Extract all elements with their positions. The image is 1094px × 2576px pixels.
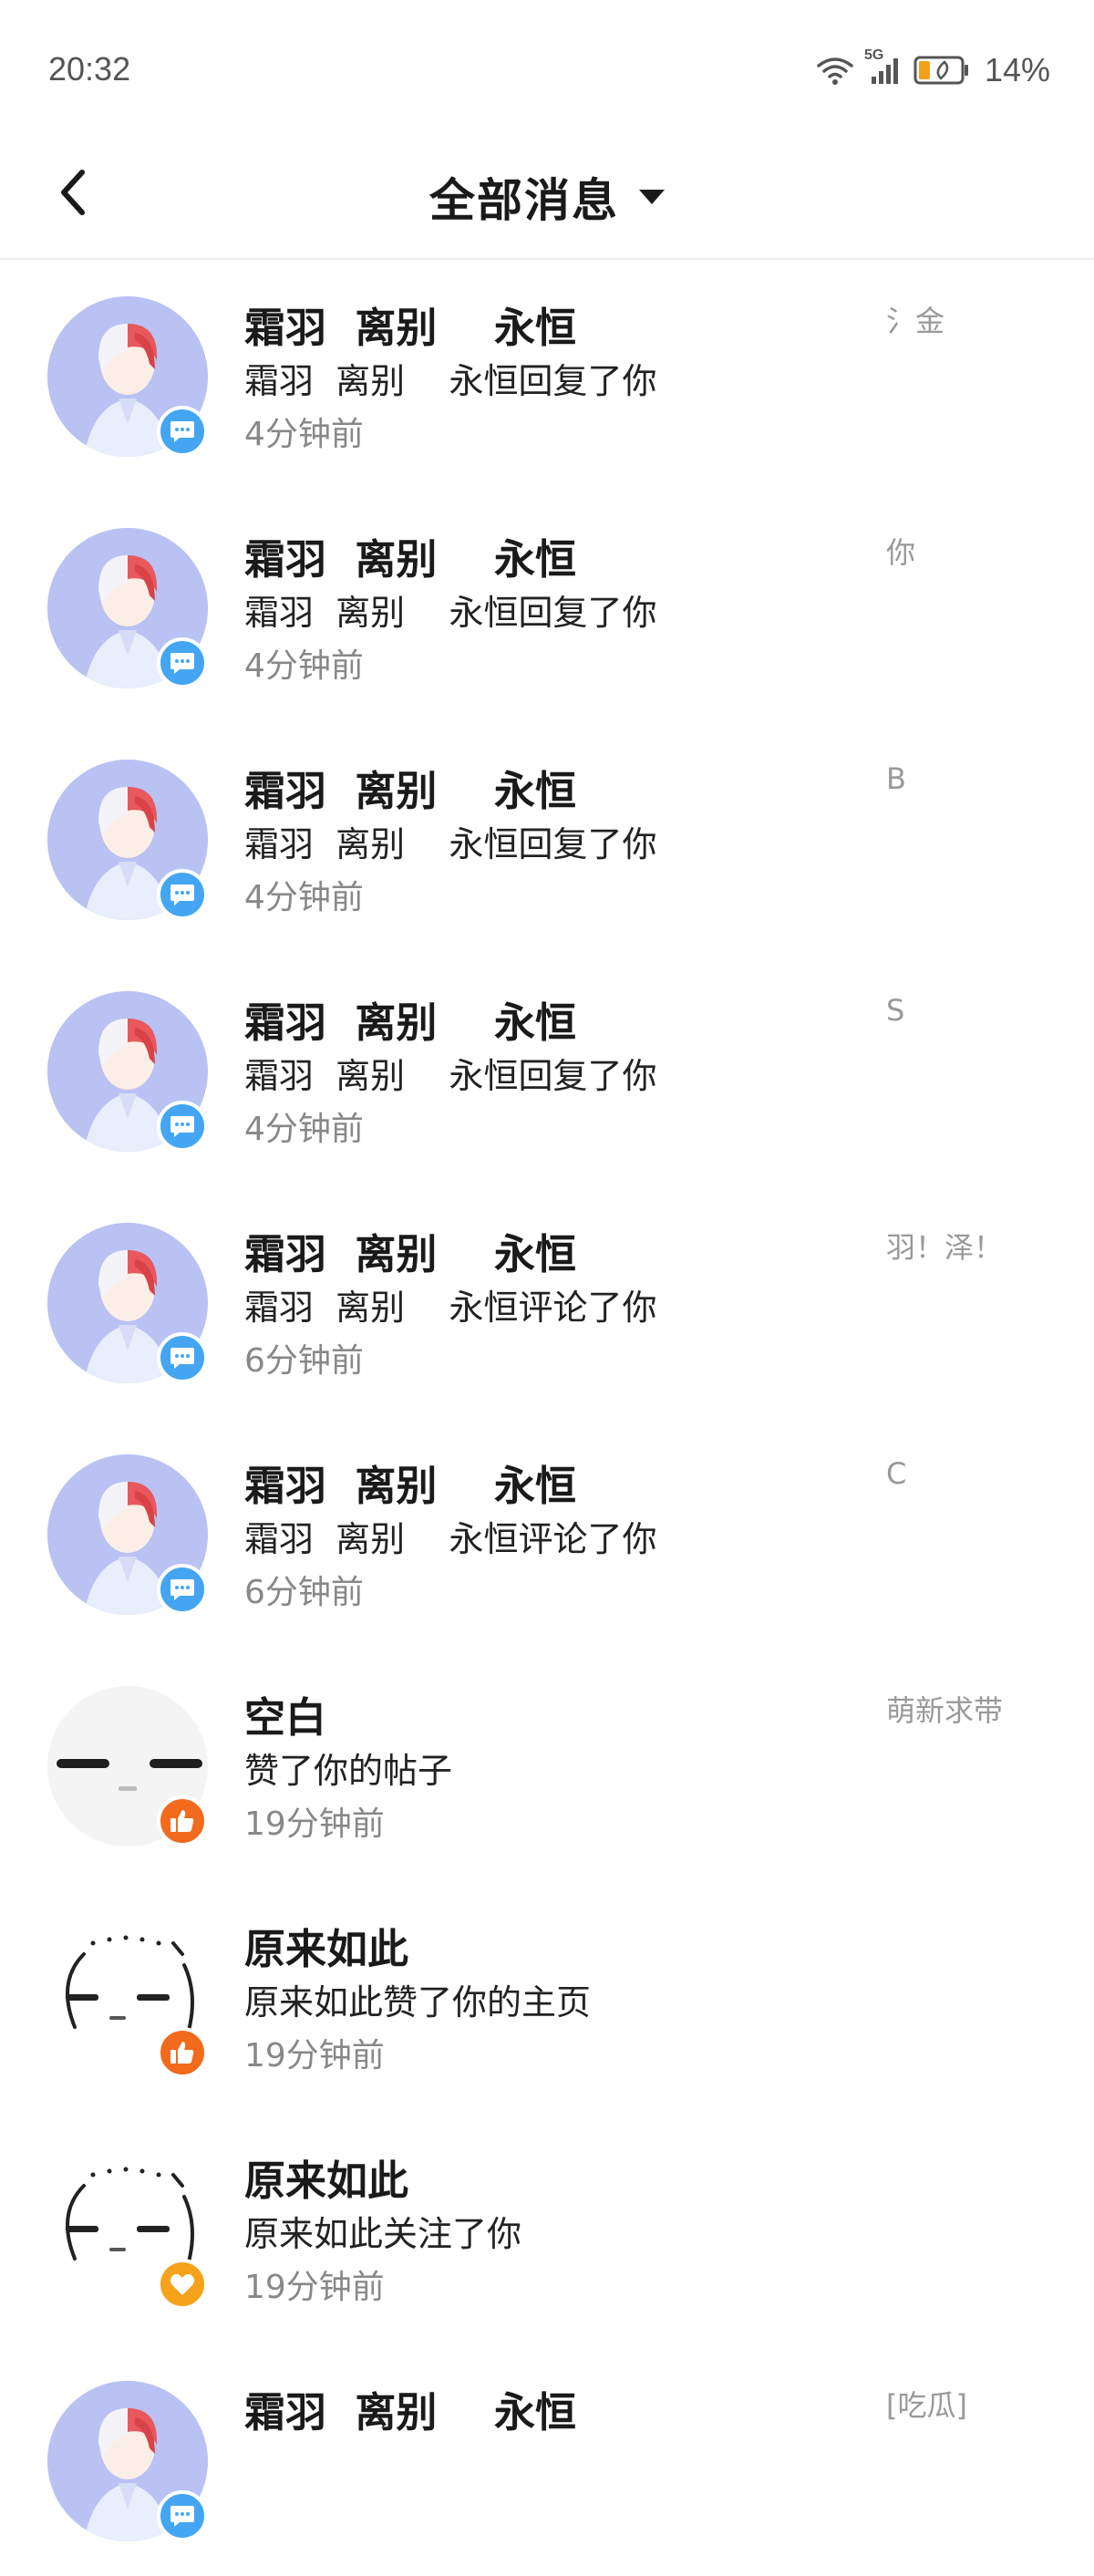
status-icons: 5G 14% [815, 47, 1050, 93]
message-preview: 氵金 [886, 304, 945, 338]
comment-badge [157, 406, 208, 457]
message-preview: 羽！泽！ [886, 1230, 1004, 1265]
message-action: 霜羽 离别 永恒回复了你 [244, 1056, 657, 1096]
message-item-3[interactable]: 霜羽 离别 永恒 霜羽 离别 永恒回复了你 4分钟前 B [0, 723, 1094, 955]
message-action: 原来如此赞了你的主页 [244, 1982, 592, 2023]
caret-down-icon [639, 190, 665, 204]
message-preview: [吃瓜] [886, 2388, 967, 2423]
avatar-container [47, 991, 208, 1152]
message-time: 4分钟前 [244, 879, 364, 916]
header-bar: 全部消息 [0, 137, 1094, 260]
message-action: 霜羽 离别 永恒回复了你 [244, 361, 657, 401]
message-action: 霜羽 离别 永恒评论了你 [244, 1519, 657, 1559]
battery-icon [913, 55, 970, 86]
sender-name: 霜羽 离别 永恒 [244, 767, 576, 815]
message-item-9[interactable]: 原来如此 原来如此关注了你 19分钟前 [0, 2113, 1094, 2344]
message-filter-dropdown[interactable]: 全部消息 [0, 164, 1094, 230]
page-title: 全部消息 [429, 174, 619, 227]
follow-badge [157, 2259, 208, 2310]
message-action: 霜羽 离别 永恒评论了你 [244, 1288, 657, 1328]
comment-icon [170, 2506, 194, 2527]
message-item-10[interactable]: 霜羽 离别 永恒 [吃瓜] [0, 2344, 1094, 2576]
status-bar: 20:32 5G 14% [0, 0, 1094, 137]
avatar-container [47, 1918, 208, 2078]
comment-badge [157, 2490, 208, 2541]
comment-badge [157, 1332, 208, 1383]
comment-icon [170, 885, 194, 905]
message-time: 6分钟前 [244, 1342, 364, 1380]
sender-name: 原来如此 [244, 1925, 409, 1973]
sender-name: 霜羽 离别 永恒 [244, 998, 576, 1047]
message-time: 4分钟前 [244, 647, 364, 685]
avatar-container [47, 1223, 208, 1383]
status-time: 20:32 [48, 50, 131, 88]
comment-icon [170, 1348, 194, 1369]
sender-name: 霜羽 离别 永恒 [244, 535, 576, 584]
message-time: 6分钟前 [244, 1574, 364, 1611]
sender-name: 空白 [244, 1693, 327, 1742]
comment-icon [170, 1116, 194, 1137]
comment-icon [170, 653, 194, 674]
avatar-container [47, 2381, 208, 2541]
thumbs-up-icon [170, 1810, 194, 1832]
avatar-container [47, 296, 208, 457]
battery-percent: 14% [984, 51, 1050, 88]
heart-icon [170, 2273, 194, 2295]
avatar-container [47, 760, 208, 920]
message-preview: 萌新求带 [886, 1693, 1004, 1728]
comment-badge [157, 869, 208, 920]
message-time: 19分钟前 [244, 1805, 385, 1843]
message-item-6[interactable]: 霜羽 离别 永恒 霜羽 离别 永恒评论了你 6分钟前 C [0, 1418, 1094, 1650]
comment-badge [157, 637, 208, 688]
message-action: 赞了你的帖子 [244, 1751, 453, 1791]
sender-name: 霜羽 离别 永恒 [244, 1462, 576, 1510]
message-preview: C [886, 1456, 907, 1491]
message-item-1[interactable]: 霜羽 离别 永恒 霜羽 离别 永恒回复了你 4分钟前 氵金 [0, 260, 1094, 491]
message-time: 4分钟前 [244, 416, 364, 453]
comment-icon [170, 421, 194, 442]
comment-badge [157, 1564, 208, 1615]
comment-icon [170, 1579, 194, 1600]
message-item-4[interactable]: 霜羽 离别 永恒 霜羽 离别 永恒回复了你 4分钟前 S [0, 955, 1094, 1186]
message-time: 19分钟前 [244, 2037, 385, 2074]
message-action: 原来如此关注了你 [244, 2214, 522, 2254]
sender-name: 原来如此 [244, 2157, 409, 2205]
cellular-signal-icon: 5G [864, 47, 904, 86]
message-time: 19分钟前 [244, 2269, 385, 2306]
message-time: 4分钟前 [244, 1111, 364, 1148]
message-preview: 你 [886, 535, 916, 570]
message-item-8[interactable]: 原来如此 原来如此赞了你的主页 19分钟前 [0, 1881, 1094, 2113]
avatar-container [47, 1686, 208, 1847]
message-list: 霜羽 离别 永恒 霜羽 离别 永恒回复了你 4分钟前 氵金 霜羽 离别 永恒 霜… [0, 260, 1094, 2576]
sender-name: 霜羽 离别 永恒 [244, 2388, 576, 2436]
thumbs-up-icon [170, 2042, 194, 2064]
message-item-2[interactable]: 霜羽 离别 永恒 霜羽 离别 永恒回复了你 4分钟前 你 [0, 491, 1094, 723]
sender-name: 霜羽 离别 永恒 [244, 1230, 576, 1278]
like-badge [157, 2027, 208, 2078]
message-item-5[interactable]: 霜羽 离别 永恒 霜羽 离别 永恒评论了你 6分钟前 羽！泽！ [0, 1186, 1094, 1418]
avatar-container [47, 1454, 208, 1615]
message-preview: B [886, 761, 906, 796]
message-item-7[interactable]: 空白 赞了你的帖子 19分钟前 萌新求带 [0, 1650, 1094, 1881]
avatar-container [47, 528, 208, 688]
comment-badge [157, 1101, 208, 1152]
message-action: 霜羽 离别 永恒回复了你 [244, 593, 657, 633]
like-badge [157, 1795, 208, 1847]
message-preview: S [886, 993, 905, 1028]
sender-name: 霜羽 离别 永恒 [244, 304, 576, 352]
message-action: 霜羽 离别 永恒回复了你 [244, 824, 657, 864]
network-type: 5G [863, 47, 884, 63]
avatar-container [47, 2149, 208, 2310]
wifi-icon [815, 55, 855, 86]
